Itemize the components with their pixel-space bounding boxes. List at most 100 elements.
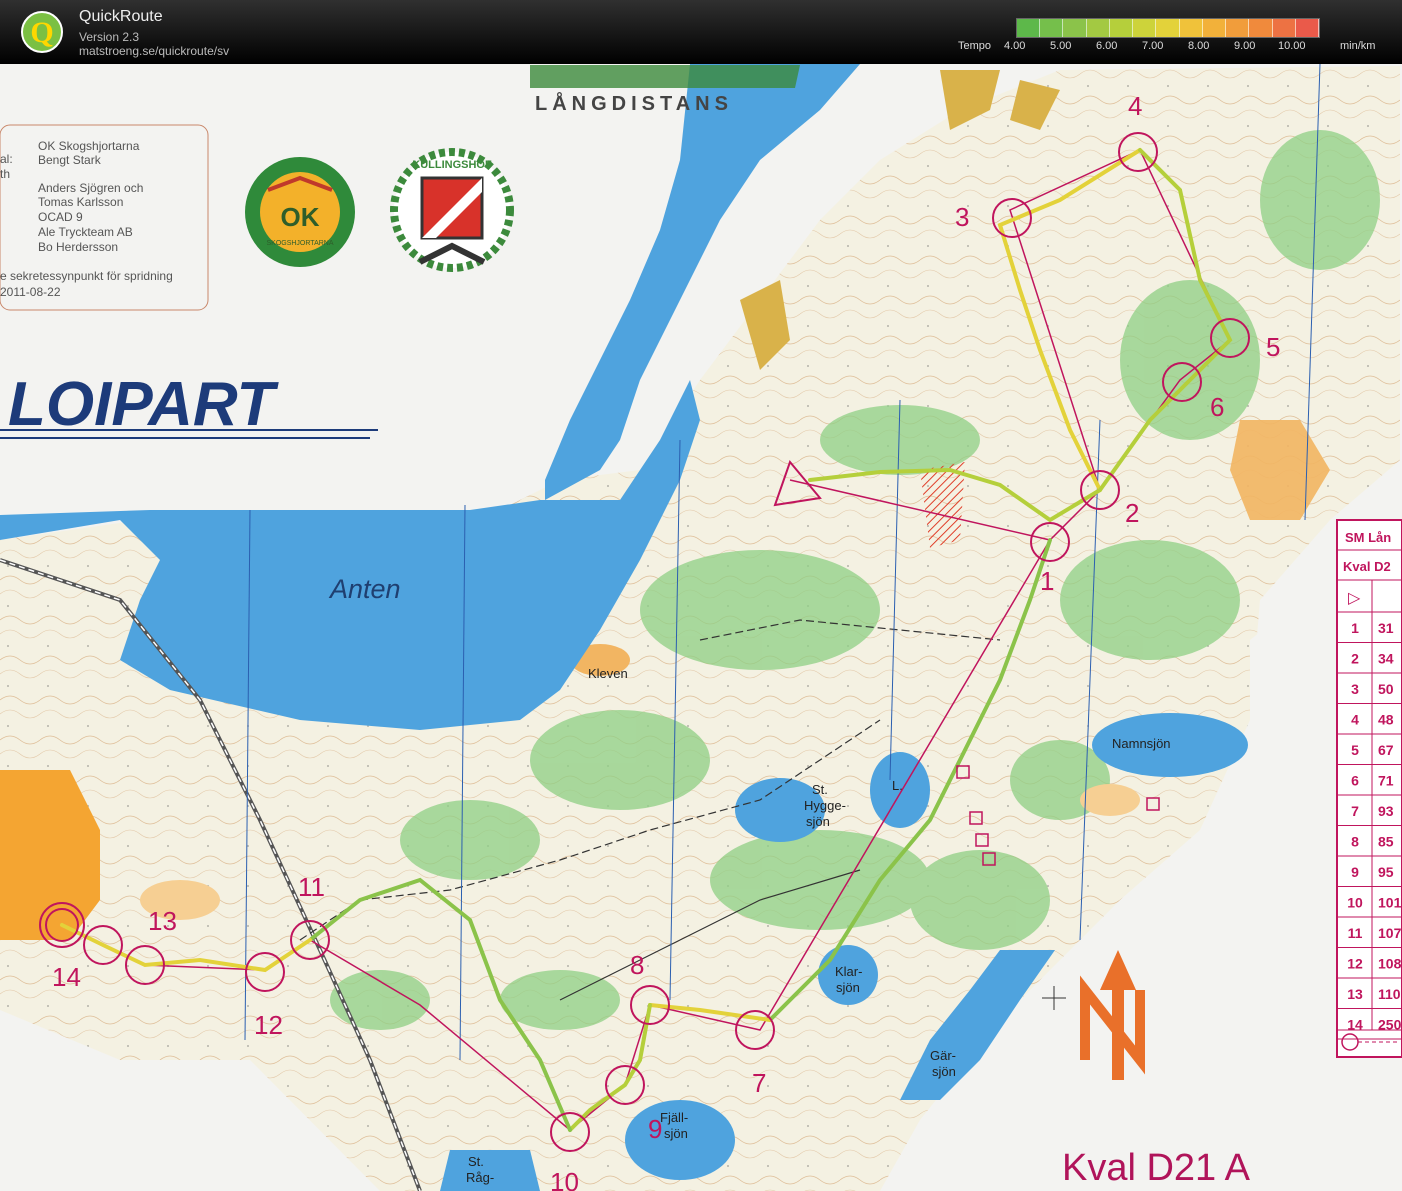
control-number: 4 (1128, 91, 1142, 121)
place-label-kleven: Kleven (588, 666, 628, 681)
quickroute-logo-icon: Q (21, 11, 63, 53)
app-header: Q QuickRoute Version 2.3 matstroeng.se/q… (0, 0, 1402, 64)
table-row-number: 2 (1351, 651, 1359, 667)
event-year-graphic (530, 65, 800, 88)
lake-label: sjön (806, 814, 830, 829)
tempo-tick: 8.00 (1188, 40, 1210, 52)
tempo-tick: 9.00 (1234, 40, 1256, 52)
table-row-code: 50 (1378, 681, 1394, 697)
credit-value: OCAD 9 (38, 210, 83, 224)
credit-value: Anders Sjögren och (38, 181, 143, 195)
club-logo-kullingshof: KULLINGSHOF (390, 148, 514, 272)
table-row-number: 11 (1348, 925, 1363, 941)
table-row-code: 93 (1378, 803, 1394, 819)
tempo-segment (1133, 19, 1157, 37)
tempo-tick: 7.00 (1142, 40, 1164, 52)
event-heading: LÅNGDISTANS (535, 91, 733, 115)
lake-label: Fjäll- (660, 1110, 688, 1125)
credit-value: OK Skogshjortarna (38, 139, 140, 153)
app-title: QuickRoute (79, 8, 163, 25)
tempo-tick: 5.00 (1050, 40, 1072, 52)
logo1-initials: OK (281, 202, 320, 232)
table-row-number: 9 (1351, 864, 1359, 880)
control-description-table: SM Lån Kval D2 ▷ 1 312 343 504 485 676 717 938 8… (1336, 519, 1402, 1058)
table-row-number: 10 (1347, 895, 1363, 911)
lake-label: St. (468, 1154, 484, 1169)
table-row-number: 8 (1351, 834, 1359, 850)
table-row-code: 95 (1378, 864, 1394, 880)
lake-label: Klar- (835, 964, 862, 979)
table-row-number: 1 (1351, 620, 1359, 636)
lake-label: St. (812, 782, 828, 797)
lake-label: Råg- (466, 1170, 494, 1185)
credit-label: al: (0, 152, 13, 166)
table-row-code: 110 (1378, 986, 1401, 1002)
credit-date: 2011-08-22 (0, 285, 61, 299)
svg-text:Q: Q (30, 16, 53, 49)
logo2-text: KULLINGSHOF (412, 159, 492, 171)
control-number: 13 (148, 906, 177, 936)
app-url[interactable]: matstroeng.se/quickroute/sv (79, 44, 229, 58)
tempo-label: Tempo (958, 40, 992, 52)
control-number: 9 (648, 1114, 662, 1144)
table-row-code: 101 (1378, 895, 1402, 911)
tempo-tick: 6.00 (1096, 40, 1118, 52)
table-row-number: 13 (1347, 986, 1363, 1002)
table-row-code: 34 (1378, 651, 1394, 667)
credit-value: Tomas Karlsson (38, 195, 123, 209)
credit-value: Bo Herdersson (38, 240, 118, 254)
tempo-unit: min/km (1340, 40, 1376, 52)
tempo-segment (1086, 19, 1110, 37)
control-number: 11 (298, 872, 325, 902)
control-number: 12 (254, 1010, 283, 1040)
credit-note: e sekretessynpunkt för spridning (0, 269, 173, 283)
tempo-segment (1156, 19, 1180, 37)
lake-label: sjön (932, 1064, 956, 1079)
tempo-segment (1017, 19, 1041, 37)
control-number: 7 (752, 1068, 766, 1098)
tempo-segment (1295, 19, 1320, 37)
table-row-code: 108 (1378, 956, 1402, 972)
course-label: Kval D21 A (1062, 1147, 1251, 1189)
app-version: Version 2.3 (79, 30, 140, 44)
table-row-code: 71 (1378, 773, 1394, 789)
tempo-segment (1202, 19, 1227, 37)
table-row-code: 67 (1378, 742, 1394, 758)
table-header: SM Lån (1345, 530, 1391, 545)
control-number: 8 (630, 950, 644, 980)
logo1-text: SKOGSHJORTARNA (266, 240, 333, 247)
tempo-tick: 10.00 (1278, 40, 1306, 52)
table-row-code: 107 (1378, 925, 1402, 941)
control-number: 3 (955, 202, 969, 232)
lake-label: sjön (664, 1126, 688, 1141)
orienteering-map[interactable]: LÅNGDISTANS al: OK Skogshjortarna Bengt … (0, 64, 1402, 1191)
tempo-color-scale (1016, 18, 1320, 38)
tempo-segment (1272, 19, 1296, 37)
control-number: 1 (1040, 566, 1054, 596)
tempo-segment (1226, 19, 1250, 37)
table-row-number: 6 (1351, 773, 1359, 789)
tempo-tick: 4.00 (1004, 40, 1026, 52)
table-row-number: 5 (1351, 742, 1359, 758)
tempo-segment (1040, 19, 1064, 37)
credit-label: th (0, 167, 10, 181)
lake-label-namnsjon: Namnsjön (1112, 736, 1171, 751)
control-number: 6 (1210, 392, 1224, 422)
table-row-code: 48 (1378, 712, 1394, 728)
tempo-segment (1179, 19, 1203, 37)
table-row-number: 3 (1351, 681, 1359, 697)
table-row-code: 31 (1378, 620, 1394, 636)
control-number: 5 (1266, 332, 1280, 362)
lake-label-anten: Anten (328, 574, 401, 604)
banner-text: LOIPART (8, 370, 280, 439)
lake-label: sjön (836, 980, 860, 995)
table-row-number: 7 (1351, 803, 1359, 819)
lake-label: Hygge- (804, 798, 846, 813)
credit-value: Bengt Stark (38, 153, 102, 167)
control-number: 10 (550, 1167, 579, 1191)
table-header: Kval D2 (1343, 559, 1391, 574)
tempo-segment (1249, 19, 1273, 37)
table-row-number: 4 (1351, 712, 1359, 728)
start-symbol: ▷ (1348, 590, 1361, 607)
credit-value: Ale Tryckteam AB (38, 225, 133, 239)
